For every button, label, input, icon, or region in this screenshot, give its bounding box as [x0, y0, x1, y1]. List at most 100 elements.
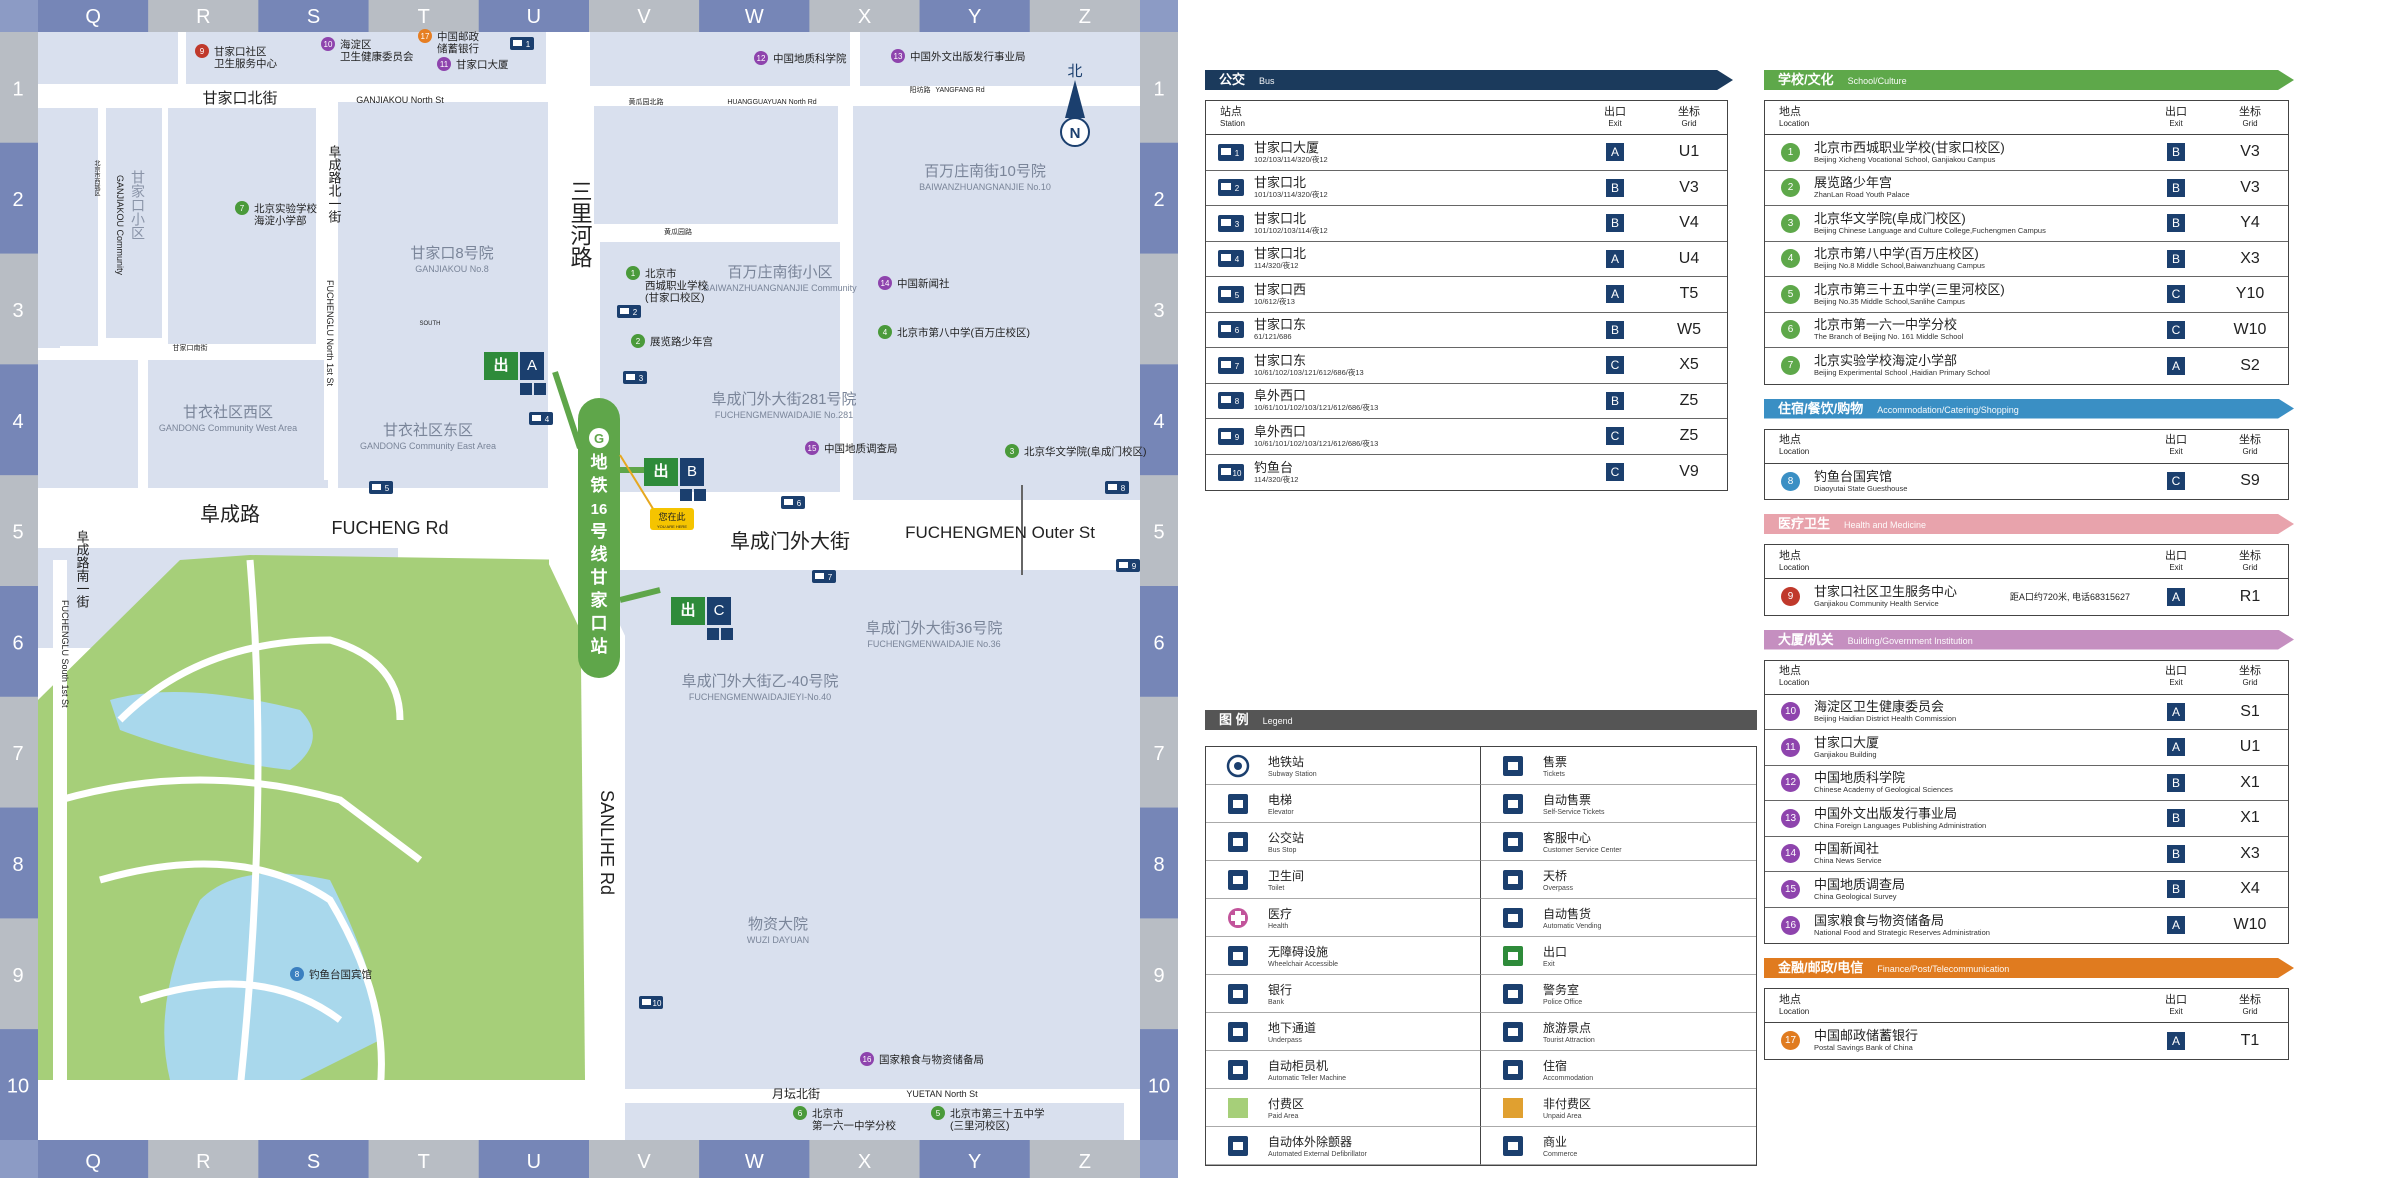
poi-label: 北京市	[645, 267, 677, 280]
health_panel-exit: A	[2140, 587, 2212, 606]
health-icon	[1228, 907, 1248, 928]
bus-row[interactable]: 2 甘家口北 101/103/114/320/夜12 B V3	[1206, 171, 1727, 206]
area-label: 甘衣社区东区	[383, 422, 473, 439]
school_panel-name-cn: 北京市西城职业学校(甘家口校区)	[1814, 139, 2005, 155]
poi-label: 钓鱼台国宾馆	[309, 968, 372, 981]
bus-row[interactable]: 7 甘家口东 10/61/102/103/121/612/686/夜13 C X5	[1206, 348, 1727, 384]
poi-number-badge: 2	[1781, 178, 1800, 198]
grid-row-2: 2	[12, 189, 23, 211]
grid-col-V: V	[637, 6, 651, 28]
bus-grid: V3	[1679, 178, 1699, 196]
legend-grid: 地铁站 Subway Station 售票 Tickets 电梯 Elevator 自动售票…	[1205, 746, 1757, 1166]
hotel_panel-grid: S9	[2240, 472, 2260, 490]
bus-row[interactable]: 1 甘家口大厦 102/103/114/320/夜12 A U1	[1206, 135, 1727, 171]
wheelchair-icon	[534, 383, 546, 395]
school_panel-row[interactable]: 6 北京市第一六一中学分校 The Branch of Beijing No. 16…	[1765, 313, 2288, 348]
health_panel-row[interactable]: 9 甘家口社区卫生服务中心 Ganjiakou Community Health S…	[1765, 579, 2288, 615]
legend-text: 住宿 Accommodation	[1543, 1057, 1593, 1083]
bus-icon: 1	[1218, 143, 1244, 161]
poi-label: 北京实验学校	[254, 202, 317, 215]
legend-text: 自动售货 Automatic Vending	[1543, 905, 1601, 931]
poi-label: 中国地质科学院	[773, 52, 847, 65]
toilet-icon	[1228, 869, 1248, 890]
bus-station-name: 甘家口北 101/103/114/320/夜12	[1254, 176, 1579, 200]
grid-row-right-8: 8	[1153, 854, 1164, 876]
building_panel-col_grid-cn: 坐标	[2239, 665, 2261, 677]
bus-icon	[1228, 831, 1248, 852]
school_panel-name: 北京市第三十五中学(三里河校区) Beijing No.35 Middle Sch…	[1814, 282, 2140, 306]
poi-number: 2	[636, 337, 641, 346]
building_panel-exit: B	[2140, 773, 2212, 792]
poi-label: 中国地质调查局	[824, 442, 898, 455]
school_panel-row[interactable]: 3 北京华文学院(阜成门校区) Beijing Chinese Language a…	[1765, 206, 2288, 242]
finance_panel-name: 中国邮政储蓄银行 Postal Savings Bank of China	[1814, 1029, 2140, 1053]
bus-routes: 102/103/114/320/夜12	[1254, 154, 1328, 164]
school_panel-exit: B	[2140, 214, 2212, 233]
building_panel-row[interactable]: 16 国家粮食与物资储备局 National Food and Strategic …	[1765, 908, 2288, 944]
bus-icon-number: 6	[1235, 326, 1240, 335]
bus-row[interactable]: 8 阜外西口 10/61/101/102/103/121/612/686/夜13 B Z…	[1206, 384, 1727, 419]
school_panel-row[interactable]: 7 北京实验学校海淀小学部 Beijing Experimental School …	[1765, 348, 2288, 384]
legend-text: 医疗 Health	[1268, 905, 1292, 931]
vending-icon	[1503, 907, 1523, 928]
bus-row[interactable]: 6 甘家口东 61/121/686 B W5	[1206, 313, 1727, 348]
bus-grid: V9	[1679, 463, 1699, 481]
legend-text: 付费区 Paid Area	[1268, 1095, 1304, 1121]
street-label: 阳坊路	[910, 85, 931, 94]
legend-text: 非付费区 Unpaid Area	[1543, 1095, 1591, 1121]
school_panel-row[interactable]: 4 北京市第八中学(百万庄校区) Beijing No.8 Middle Schoo…	[1765, 242, 2288, 277]
school_panel-col_grid-cn: 坐标	[2239, 105, 2261, 118]
bus-stop-number: 10	[653, 999, 662, 1008]
school_panel-row[interactable]: 2 展览路少年宫 ZhanLan Road Youth Palace B V3	[1765, 171, 2288, 206]
building_panel-row[interactable]: 13 中国外文出版发行事业局 China Foreign Languages Pub…	[1765, 801, 2288, 837]
exit-letter: C	[714, 602, 725, 619]
legend-text: 公交站 Bus Stop	[1268, 829, 1304, 855]
grid-col-bottom-S: S	[307, 1151, 320, 1173]
building_panel-row[interactable]: 11 甘家口大厦 Ganjiakou Building A U1	[1765, 730, 2288, 766]
building_panel-row[interactable]: 10 海淀区卫生健康委员会 Beijing Haidian District Hea…	[1765, 695, 2288, 730]
street-label: 黄瓜园北路	[629, 97, 664, 106]
building_panel-name-en: China Geological Survey	[1814, 891, 1897, 901]
building_panel-col_grid: 坐标 Grid	[2212, 665, 2288, 689]
station-char: 线	[591, 544, 608, 564]
health_panel-col_loc-cn: 地点	[1779, 549, 1801, 562]
bus-row[interactable]: 3 甘家口北 101/102/103/114/夜12 B V4	[1206, 206, 1727, 242]
right-column: 学校/文化 School/Culture 地点 Location 出口 Exit 坐标 Gri…	[1764, 70, 2294, 1060]
area-map[interactable]: QQRRSSTTUUVVWWXXYYZZ1 12 23 34 45 56 67 78 89 910…	[0, 0, 1178, 1178]
school_panel-row[interactable]: 5 北京市第三十五中学(三里河校区) Beijing No.35 Middle Sc…	[1765, 277, 2288, 313]
area-label: 阜成门外大街乙-40号院	[682, 672, 839, 690]
school_panel-row[interactable]: 1 北京市西城职业学校(甘家口校区) Beijing Xicheng Vocatio…	[1765, 135, 2288, 171]
building_panel-col_exit: 出口 Exit	[2140, 665, 2212, 689]
poi-number: 7	[240, 204, 245, 213]
poi-number: 14	[881, 279, 890, 288]
hotel_panel-row[interactable]: 8 钓鱼台国宾馆 Diaoyutai State Guesthouse C S9	[1765, 464, 2288, 500]
bus-row[interactable]: 9 阜外西口 10/61/101/102/103/121/612/686/夜13 C Z…	[1206, 419, 1727, 455]
bus-stop-number: 7	[828, 573, 833, 582]
hotel_panel-col_exit: 出口 Exit	[2140, 434, 2212, 458]
station-char: 站	[591, 636, 608, 656]
school_panel-exit: C	[2140, 320, 2212, 339]
street-label: 甘家口北街	[202, 90, 277, 107]
finance_panel-row[interactable]: 17 中国邮政储蓄银行 Postal Savings Bank of China A T…	[1765, 1023, 2288, 1059]
wheelchair-icon	[1228, 945, 1248, 966]
legend-label-en: Wheelchair Accessible	[1268, 960, 1339, 968]
building_panel-row[interactable]: 12 中国地质科学院 Chinese Academy of Geological S…	[1765, 766, 2288, 801]
street-label: GANJIAKOU North St	[356, 95, 444, 105]
building_panel-col_grid-en: Grid	[2242, 678, 2258, 687]
area-label: 甘衣社区西区	[183, 404, 273, 421]
finance_panel-col_loc-en: Location	[1779, 1006, 1810, 1016]
grid-col-bottom-Y: Y	[968, 1151, 981, 1173]
selfticket-icon	[1503, 793, 1523, 814]
legend-label: 天桥	[1543, 868, 1568, 883]
you-are-here-label-en: YOU ARE HERE	[657, 524, 687, 529]
bus-station-label: 阜外西口	[1254, 423, 1307, 439]
bus-row[interactable]: 4 甘家口北 114/320/夜12 A U4	[1206, 242, 1727, 277]
building_panel-row[interactable]: 14 中国新闻社 China News Service B X3	[1765, 837, 2288, 872]
health_panel-name: 甘家口社区卫生服务中心 Ganjiakou Community Health Se…	[1814, 585, 2010, 609]
bus-row[interactable]: 10 钓鱼台 114/320/夜12 C V9	[1206, 455, 1727, 491]
bus-stop-number: 8	[1121, 484, 1126, 493]
legend-item: 付费区 Paid Area	[1206, 1089, 1481, 1127]
bus-row[interactable]: 5 甘家口西 10/612/夜13 A T5	[1206, 277, 1727, 313]
legend-item: 无障碍设施 Wheelchair Accessible	[1206, 937, 1481, 975]
building_panel-row[interactable]: 15 中国地质调查局 China Geological Survey B X4	[1765, 872, 2288, 908]
